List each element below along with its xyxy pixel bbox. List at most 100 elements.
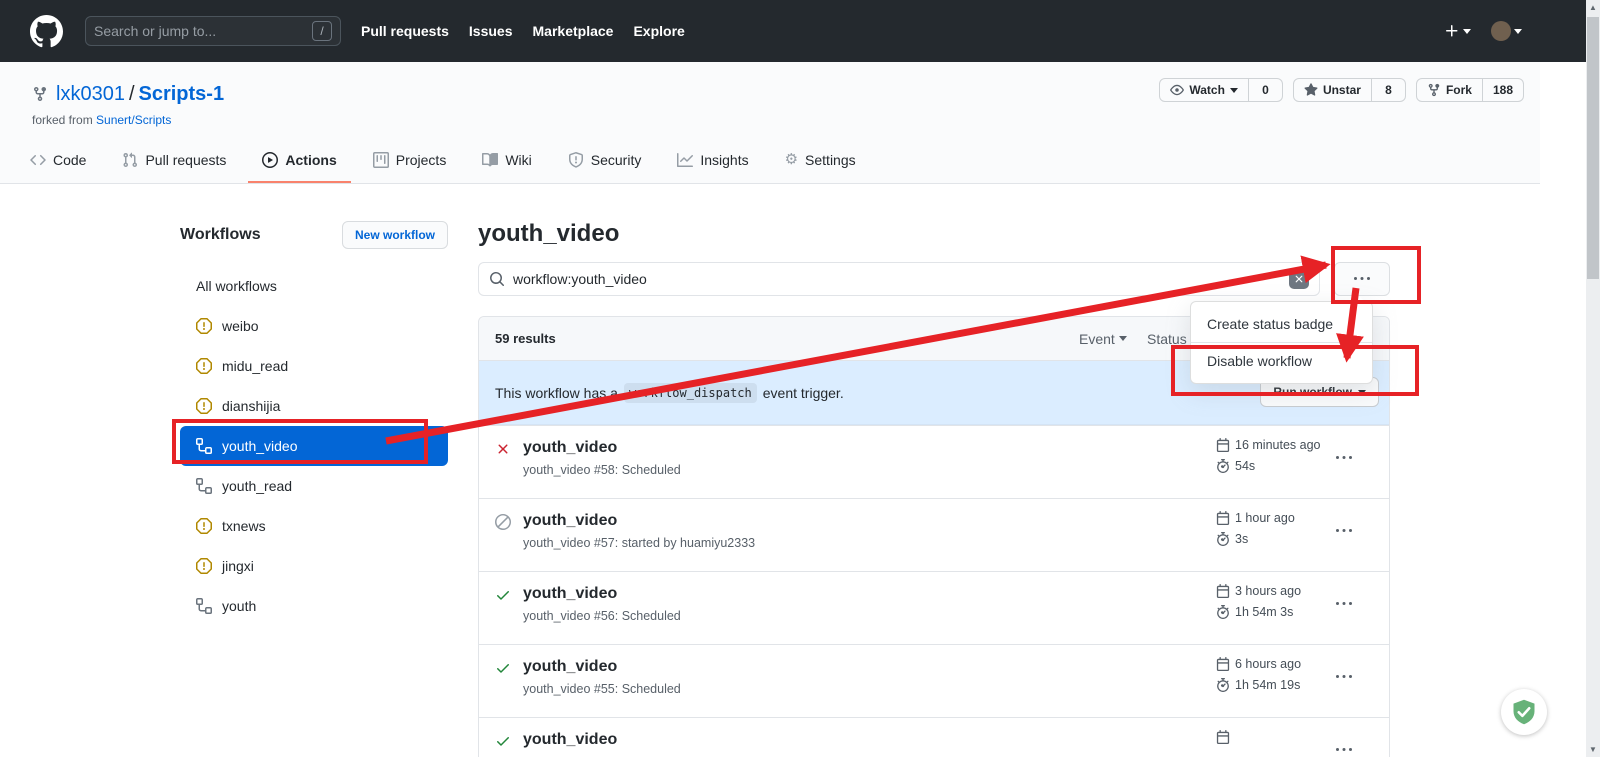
check-success-icon [495, 733, 511, 749]
user-menu[interactable] [1491, 21, 1522, 41]
run-options-button[interactable] [1329, 596, 1359, 617]
code-icon [30, 152, 46, 168]
tab-code[interactable]: Code [16, 141, 100, 183]
workflow-options-button[interactable] [1334, 262, 1390, 296]
sidebar-item-youth-video[interactable]: youth_video [180, 426, 448, 466]
sidebar-item-midu-read[interactable]: midu_read [180, 346, 448, 386]
runs-filter-box[interactable] [478, 262, 1320, 296]
run-duration: 3s [1235, 532, 1248, 546]
run-row: youth_video youth_video #55: Scheduled 6… [479, 644, 1389, 717]
fork-button[interactable]: Fork [1416, 78, 1483, 102]
sidebar-item-jingxi[interactable]: jingxi [180, 546, 448, 586]
banner-code: workflow_dispatch [624, 383, 757, 403]
run-description: youth_video #57: started by huamiyu2333 [523, 536, 755, 550]
run-options-button[interactable] [1329, 523, 1359, 544]
nav-issues[interactable]: Issues [469, 23, 513, 39]
nav-marketplace[interactable]: Marketplace [533, 23, 614, 39]
event-filter[interactable]: Event [1079, 331, 1127, 347]
sidebar-item-youth[interactable]: youth [180, 586, 448, 626]
stopwatch-icon [1216, 678, 1230, 692]
alert-icon [196, 398, 212, 414]
global-search-box[interactable]: / [85, 16, 341, 46]
alert-icon [196, 358, 212, 374]
results-count: 59 results [495, 331, 556, 346]
tab-wiki[interactable]: Wiki [468, 141, 545, 183]
plus-icon [1444, 23, 1460, 39]
tab-security[interactable]: Security [554, 141, 656, 183]
stopwatch-icon [1216, 532, 1230, 546]
chevron-down-icon [1119, 336, 1127, 345]
calendar-icon [1216, 584, 1230, 598]
run-time: 1 hour ago [1235, 511, 1295, 525]
stopwatch-icon [1216, 605, 1230, 619]
x-icon [1293, 273, 1305, 285]
run-link[interactable]: youth_video [523, 731, 617, 749]
check-success-icon [495, 587, 511, 603]
github-header: / Pull requests Issues Marketplace Explo… [0, 0, 1600, 62]
repo-owner-link[interactable]: lxk0301 [56, 83, 125, 105]
sidebar-item-txnews[interactable]: txnews [180, 506, 448, 546]
run-options-button[interactable] [1329, 669, 1359, 690]
x-failure-icon [495, 441, 511, 457]
run-options-button[interactable] [1329, 742, 1359, 757]
run-link[interactable]: youth_video [523, 439, 681, 457]
tab-settings[interactable]: ⚙Settings [771, 141, 870, 183]
page-body: Workflows New workflow All workflows wei… [0, 184, 1600, 757]
watch-button[interactable]: Watch [1159, 78, 1249, 102]
forked-from-label: forked from [32, 113, 93, 127]
check-success-icon [495, 660, 511, 676]
scrollbar-thumb[interactable] [1587, 17, 1599, 279]
menu-item-create-status-badge[interactable]: Create status badge [1191, 306, 1372, 342]
sidebar-item-youth-read[interactable]: youth_read [180, 466, 448, 506]
cancelled-icon [495, 514, 511, 530]
new-workflow-button[interactable]: New workflow [342, 221, 448, 249]
repo-social-buttons: Watch 0 Unstar 8 Fork 188 [1159, 78, 1524, 102]
tab-insights[interactable]: Insights [663, 141, 762, 183]
clear-filter-button[interactable] [1289, 269, 1309, 289]
runs-filter-input[interactable] [513, 271, 1281, 287]
alert-icon [196, 518, 212, 534]
avatar [1491, 21, 1511, 41]
adguard-shield-badge[interactable] [1501, 689, 1547, 735]
watch-count[interactable]: 0 [1249, 78, 1283, 102]
kebab-icon [1336, 596, 1352, 612]
star-icon [1304, 83, 1318, 97]
forked-from-link[interactable]: Sunert/Scripts [96, 113, 171, 127]
nav-explore[interactable]: Explore [633, 23, 684, 39]
workflow-list: All workflows weibo midu_read dianshijia… [180, 266, 448, 626]
run-duration: 1h 54m 19s [1235, 678, 1300, 692]
unstar-button[interactable]: Unstar [1293, 78, 1372, 102]
run-link[interactable]: youth_video [523, 658, 681, 676]
github-logo-icon[interactable] [30, 15, 63, 48]
run-description: youth_video #56: Scheduled [523, 609, 681, 623]
scrollbar[interactable]: ▲ ▼ [1586, 0, 1600, 757]
sidebar-item-weibo[interactable]: weibo [180, 306, 448, 346]
scroll-up-icon[interactable]: ▲ [1586, 3, 1600, 12]
calendar-icon [1216, 511, 1230, 525]
sidebar-item-all-workflows[interactable]: All workflows [180, 266, 448, 306]
scroll-down-icon[interactable]: ▼ [1586, 745, 1600, 754]
star-count[interactable]: 8 [1372, 78, 1406, 102]
alert-icon [196, 558, 212, 574]
repo-tab-nav: Code Pull requests Actions Projects Wiki… [16, 141, 1540, 183]
breadcrumb-separator: / [125, 83, 139, 105]
run-link[interactable]: youth_video [523, 585, 681, 603]
repo-name-link[interactable]: Scripts-1 [139, 83, 225, 105]
tab-pull-requests[interactable]: Pull requests [108, 141, 240, 183]
create-new-menu[interactable] [1444, 23, 1471, 39]
chevron-down-icon [1463, 29, 1471, 38]
fork-group: Fork 188 [1416, 78, 1524, 102]
run-time: 3 hours ago [1235, 584, 1301, 598]
tab-actions[interactable]: Actions [248, 141, 350, 183]
global-search-input[interactable] [94, 23, 312, 39]
tab-projects[interactable]: Projects [359, 141, 461, 183]
fork-count[interactable]: 188 [1483, 78, 1524, 102]
menu-item-disable-workflow[interactable]: Disable workflow [1191, 343, 1372, 379]
nav-pull-requests[interactable]: Pull requests [361, 23, 449, 39]
repo-header: lxk0301/Scripts-1 forked from Sunert/Scr… [0, 62, 1540, 184]
kebab-icon [1354, 271, 1370, 287]
sidebar-item-dianshijia[interactable]: dianshijia [180, 386, 448, 426]
run-options-button[interactable] [1329, 450, 1359, 471]
run-link[interactable]: youth_video [523, 512, 755, 530]
eye-icon [1170, 83, 1184, 97]
